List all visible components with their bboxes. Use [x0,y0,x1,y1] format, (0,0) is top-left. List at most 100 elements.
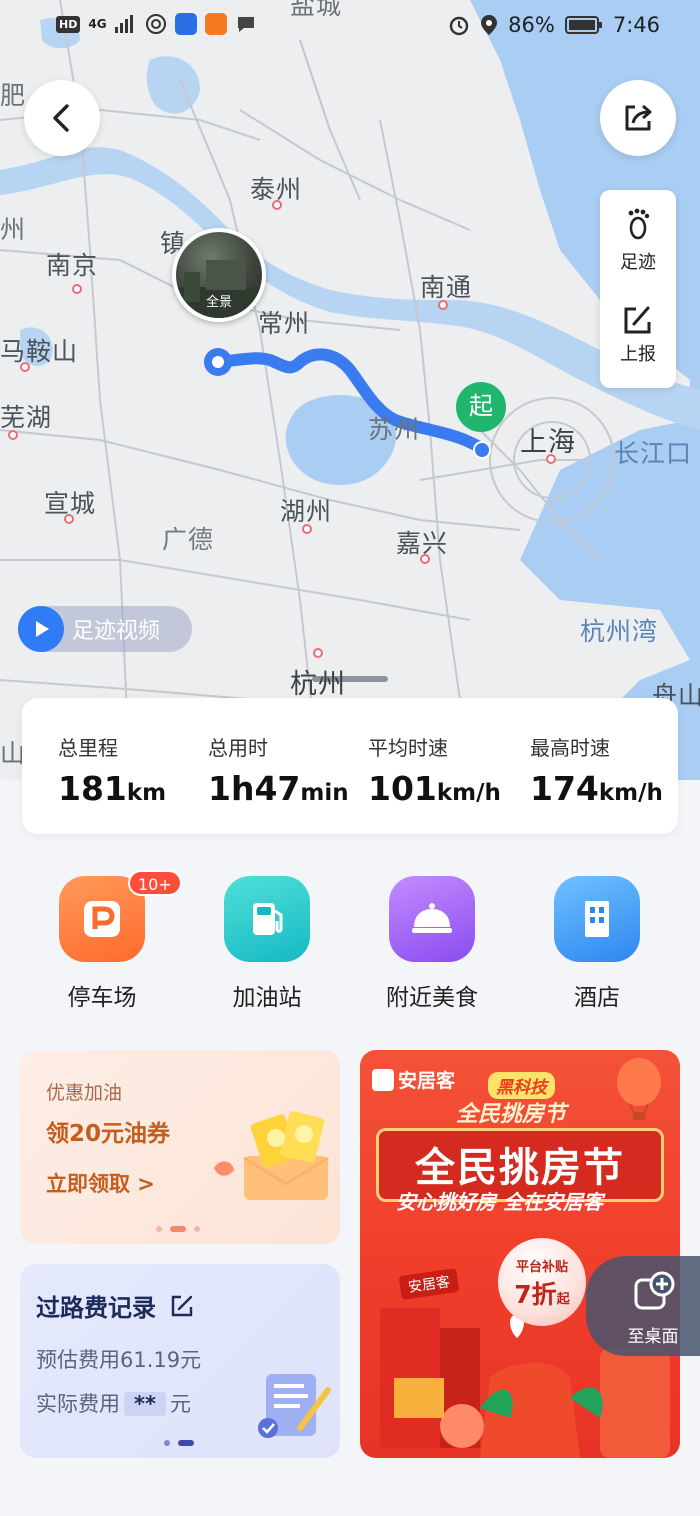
network-type: 4G [88,17,107,31]
location-icon [481,15,498,35]
stat-label: 总用时 [208,736,268,760]
ad-brand-name: 安居客 [398,1070,456,1092]
panorama-thumbnail[interactable]: 全景 [172,228,266,322]
hot-air-balloon-icon [617,1058,661,1120]
city-label-shanghai: 上海 [520,427,576,458]
toll-card-title-row: 过路费记录 [36,1288,194,1323]
signal-icon [114,15,133,33]
ad-bubble-top: 平台补贴 [515,1260,568,1275]
footprint-video-button[interactable]: 足迹视频 [18,606,192,652]
city-dot [272,200,282,210]
alarm-icon [449,16,469,36]
stat-value: 1h47 [208,769,301,808]
fuel-coupon-card[interactable]: 优惠加油 领20元油券 立即领取 > [20,1050,340,1244]
chevron-left-icon [53,104,69,132]
stat-unit: km [126,780,167,806]
city-label-nanjing: 南京 [46,251,99,280]
footprint-icon [628,208,650,240]
hotel-building-icon [554,876,640,962]
toll-actual-suffix: 元 [169,1392,191,1416]
stat-total-time: 总用时 1h47min [208,732,349,808]
clock: 7:46 [612,13,660,37]
stat-unit: km/h [436,780,501,806]
city-dot [72,284,82,294]
city-label-suzhou: 苏州 [368,415,421,444]
city-label-huzhou: 湖州 [280,497,333,526]
city-label-wuhu: 芜湖 [0,403,53,432]
anjuke-ad-banner[interactable]: 安居客 黑科技 全民挑房节 全民挑房节 安心挑好房 全在安居客 安居客 平台补贴… [360,1050,680,1458]
fuel-card-title: 优惠加油 [46,1082,123,1104]
city-dot [20,362,30,372]
stat-label: 总里程 [58,736,118,760]
map-canvas [0,0,700,780]
status-bar: HD 4G 86% 7:46 [0,0,700,52]
app-notification-icon [174,13,197,35]
gas-station-shortcut[interactable]: 加油站 [207,876,327,1012]
start-marker: 起 [456,382,506,432]
add-desktop-label: 至桌面 [627,1327,679,1347]
toll-record-card[interactable]: 过路费记录 预估费用61.19元 实际费用 ** 元 [20,1264,340,1458]
ad-bubble-suffix: 起 [556,1292,570,1307]
city-dot [546,454,556,464]
back-button[interactable] [24,80,100,156]
battery-percent: 86% [508,13,555,37]
fuel-pump-icon [224,876,310,962]
map-view[interactable]: 南京 泰州 镇 常州 南通 马鞍山 芜湖 苏州 上海 长江口 宣城 湖州 广德 … [0,0,700,780]
fuel-card-headline: 领20元油券 [46,1121,171,1147]
city-label-partial-zhou: 州 [0,215,27,244]
food-shortcut[interactable]: 附近美食 [372,876,492,1012]
report-button[interactable]: 上报 [600,304,676,366]
screen: 南京 泰州 镇 常州 南通 马鞍山 芜湖 苏州 上海 长江口 宣城 湖州 广德 … [0,0,700,1516]
receipt-illustration [258,1374,331,1438]
play-icon [18,606,64,652]
toll-card-title: 过路费记录 [36,1294,156,1322]
side-panel: 足迹 上报 [600,190,676,388]
city-dot [302,524,312,534]
ad-tag: 黑科技 [488,1072,555,1099]
footprint-video-label: 足迹视频 [72,619,161,644]
gas-station-label: 加油站 [232,985,302,1011]
stat-label: 平均时速 [368,736,448,760]
city-dot [438,300,448,310]
sea-label-changjiangkou: 长江口 [614,439,693,468]
stat-value: 174 [530,769,599,808]
hd-indicator: HD [56,15,81,33]
footprint-button[interactable]: 足迹 [600,208,676,274]
hotel-label: 酒店 [574,985,620,1011]
battery-icon [564,16,602,34]
toll-estimated: 预估费用61.19元 [36,1348,202,1372]
fuel-card-cta[interactable]: 立即领取 > [46,1168,155,1198]
city-dot [313,648,323,658]
footprint-label: 足迹 [620,252,656,273]
ad-subtitle: 全民挑房节 [456,1102,567,1127]
fuel-card-pager [156,1226,200,1232]
city-label-hefei: 肥 [0,81,27,110]
stat-value: 181 [58,769,127,808]
ad-discount-bubble: 平台补贴 7折起 [498,1238,586,1326]
city-dot [420,554,430,564]
ad-brand: 安居客 [372,1066,455,1093]
city-dot [8,430,18,440]
coupon-envelope-illustration [214,1111,329,1200]
share-button[interactable] [600,80,676,156]
video-app-icon [204,13,227,35]
ad-bubble-value: 7折 [514,1280,557,1309]
report-label: 上报 [620,344,656,365]
food-label: 附近美食 [386,985,478,1011]
toll-actual-row: 实际费用 ** 元 [36,1388,191,1418]
city-label-maanshan: 马鞍山 [0,337,79,366]
share-icon [625,104,652,131]
parking-badge: 10+ [128,870,182,896]
anjuke-logo-icon [372,1068,394,1091]
edit-icon[interactable] [170,1294,194,1318]
stat-total-distance: 总里程 181km [58,732,166,808]
stat-unit: km/h [598,780,663,806]
sea-label-hangzhouwan: 杭州湾 [580,617,659,646]
ad-slogan: 安心挑好房 全在安居客 [396,1190,603,1214]
add-to-desktop-button[interactable]: 至桌面 [586,1256,700,1356]
city-label-hangzhou: 杭州 [290,669,346,700]
hotel-shortcut[interactable]: 酒店 [537,876,657,1012]
stat-value: 101 [368,769,437,808]
stat-unit: min [300,780,349,806]
toll-actual-prefix: 实际费用 [36,1392,120,1416]
